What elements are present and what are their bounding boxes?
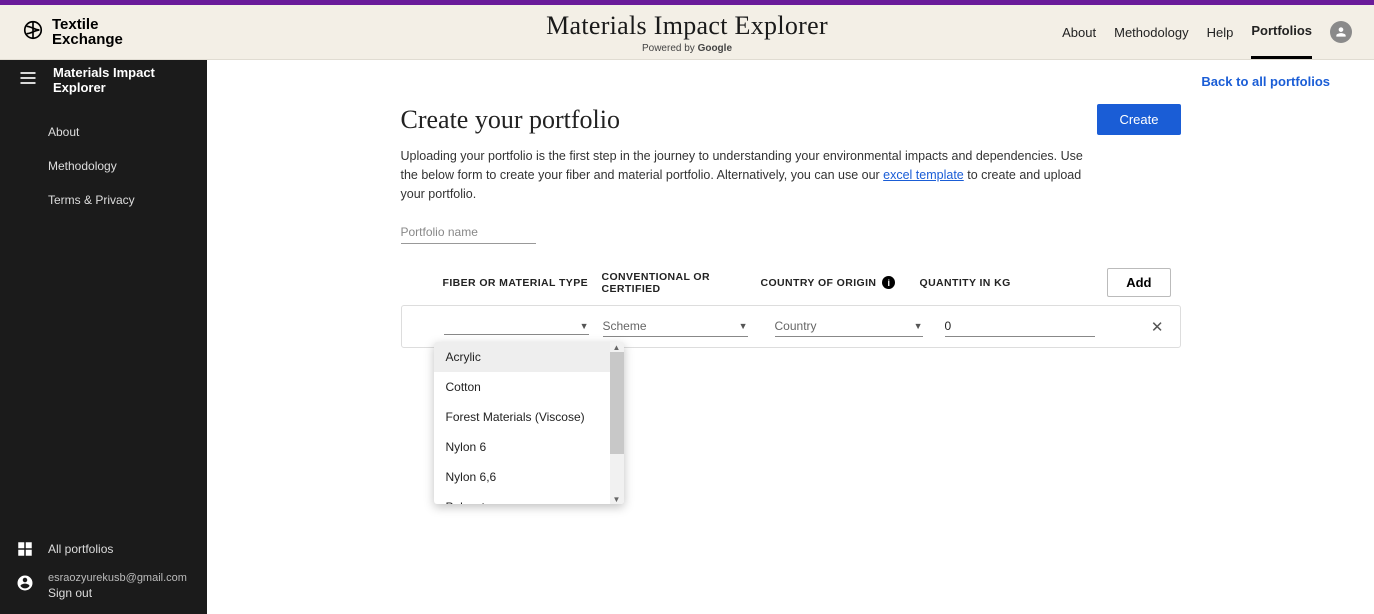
dropdown-option[interactable]: Polyester xyxy=(434,492,624,504)
dropdown-option[interactable]: Acrylic xyxy=(434,342,624,372)
country-select[interactable]: Country▼ xyxy=(775,316,923,337)
fiber-dropdown: AcrylicCottonForest Materials (Viscose)N… xyxy=(434,342,624,504)
content: Create your portfolio Create Uploading y… xyxy=(401,104,1181,348)
page-heading: Create your portfolio xyxy=(401,105,621,135)
col-header-qty: QUANTITY IN KG xyxy=(920,277,1080,289)
sidebar-item-methodology[interactable]: Methodology xyxy=(0,149,207,183)
app-title: Materials Impact Explorer xyxy=(546,11,828,41)
chevron-down-icon: ▼ xyxy=(739,321,748,331)
sidebar-footer: All portfolios esraozyurekusb@gmail.com … xyxy=(0,526,207,614)
add-button[interactable]: Add xyxy=(1107,268,1170,297)
quantity-input[interactable] xyxy=(945,316,1095,337)
fiber-select[interactable]: ▼ xyxy=(444,318,589,335)
dropdown-option[interactable]: Forest Materials (Viscose) xyxy=(434,402,624,432)
hamburger-icon[interactable] xyxy=(18,68,38,93)
table-header-row: FIBER OR MATERIAL TYPE CONVENTIONAL OR C… xyxy=(401,268,1181,305)
scheme-select[interactable]: Scheme▼ xyxy=(603,316,748,337)
info-icon[interactable]: i xyxy=(882,276,895,289)
yarn-ball-icon xyxy=(22,19,44,46)
brand-logo[interactable]: Textile Exchange xyxy=(22,17,123,47)
powered-by: Powered by Google xyxy=(546,43,828,54)
scroll-thumb[interactable] xyxy=(610,352,624,454)
sign-out-link[interactable]: Sign out xyxy=(48,586,187,600)
account-circle-icon xyxy=(16,574,34,592)
sidebar-item-about[interactable]: About xyxy=(0,115,207,149)
main-area: Back to all portfolios Create your portf… xyxy=(207,60,1374,614)
material-row: ▼ Scheme▼ Country▼ ✕ AcrylicCottonForest… xyxy=(401,305,1181,348)
back-to-portfolios-link[interactable]: Back to all portfolios xyxy=(1201,74,1330,89)
chevron-down-icon: ▼ xyxy=(580,321,589,331)
person-icon xyxy=(1334,25,1348,39)
close-icon: ✕ xyxy=(1151,319,1164,336)
dropdown-option[interactable]: Nylon 6 xyxy=(434,432,624,462)
page-description: Uploading your portfolio is the first st… xyxy=(401,147,1101,203)
sidebar-user-block: esraozyurekusb@gmail.com Sign out xyxy=(16,572,191,600)
top-bar: Textile Exchange Materials Impact Explor… xyxy=(0,5,1374,60)
top-nav: About Methodology Help Portfolios xyxy=(1062,5,1352,59)
chevron-down-icon: ▼ xyxy=(914,321,923,331)
sidebar-item-all-portfolios[interactable]: All portfolios xyxy=(16,540,191,558)
sidebar-title: Materials Impact Explorer xyxy=(53,65,189,95)
scroll-track[interactable] xyxy=(610,352,624,494)
app-title-block: Materials Impact Explorer Powered by Goo… xyxy=(546,11,828,54)
col-header-fiber: FIBER OR MATERIAL TYPE xyxy=(443,277,602,289)
nav-about[interactable]: About xyxy=(1062,7,1096,58)
dashboard-icon xyxy=(16,540,34,558)
sidebar-item-terms[interactable]: Terms & Privacy xyxy=(0,183,207,217)
brand-name: Textile Exchange xyxy=(52,17,123,47)
col-header-origin: COUNTRY OF ORIGIN i xyxy=(761,276,920,289)
user-email: esraozyurekusb@gmail.com xyxy=(48,572,187,584)
sidebar: Materials Impact Explorer About Methodol… xyxy=(0,60,207,614)
sidebar-links: About Methodology Terms & Privacy xyxy=(0,100,207,217)
user-avatar[interactable] xyxy=(1330,21,1352,43)
nav-methodology[interactable]: Methodology xyxy=(1114,7,1188,58)
create-button[interactable]: Create xyxy=(1097,104,1180,135)
sidebar-header: Materials Impact Explorer xyxy=(0,60,207,100)
portfolio-name-input[interactable] xyxy=(401,221,536,244)
dropdown-option[interactable]: Cotton xyxy=(434,372,624,402)
dropdown-option[interactable]: Nylon 6,6 xyxy=(434,462,624,492)
col-header-cert: CONVENTIONAL OR CERTIFIED xyxy=(602,271,761,295)
remove-row-button[interactable]: ✕ xyxy=(1145,318,1170,336)
excel-template-link[interactable]: excel template xyxy=(883,168,964,182)
scroll-down-arrow-icon[interactable]: ▼ xyxy=(610,494,624,504)
nav-portfolios[interactable]: Portfolios xyxy=(1251,5,1312,59)
dropdown-scrollbar[interactable]: ▲ ▼ xyxy=(610,342,624,504)
scroll-up-arrow-icon[interactable]: ▲ xyxy=(610,342,624,352)
nav-help[interactable]: Help xyxy=(1207,7,1234,58)
